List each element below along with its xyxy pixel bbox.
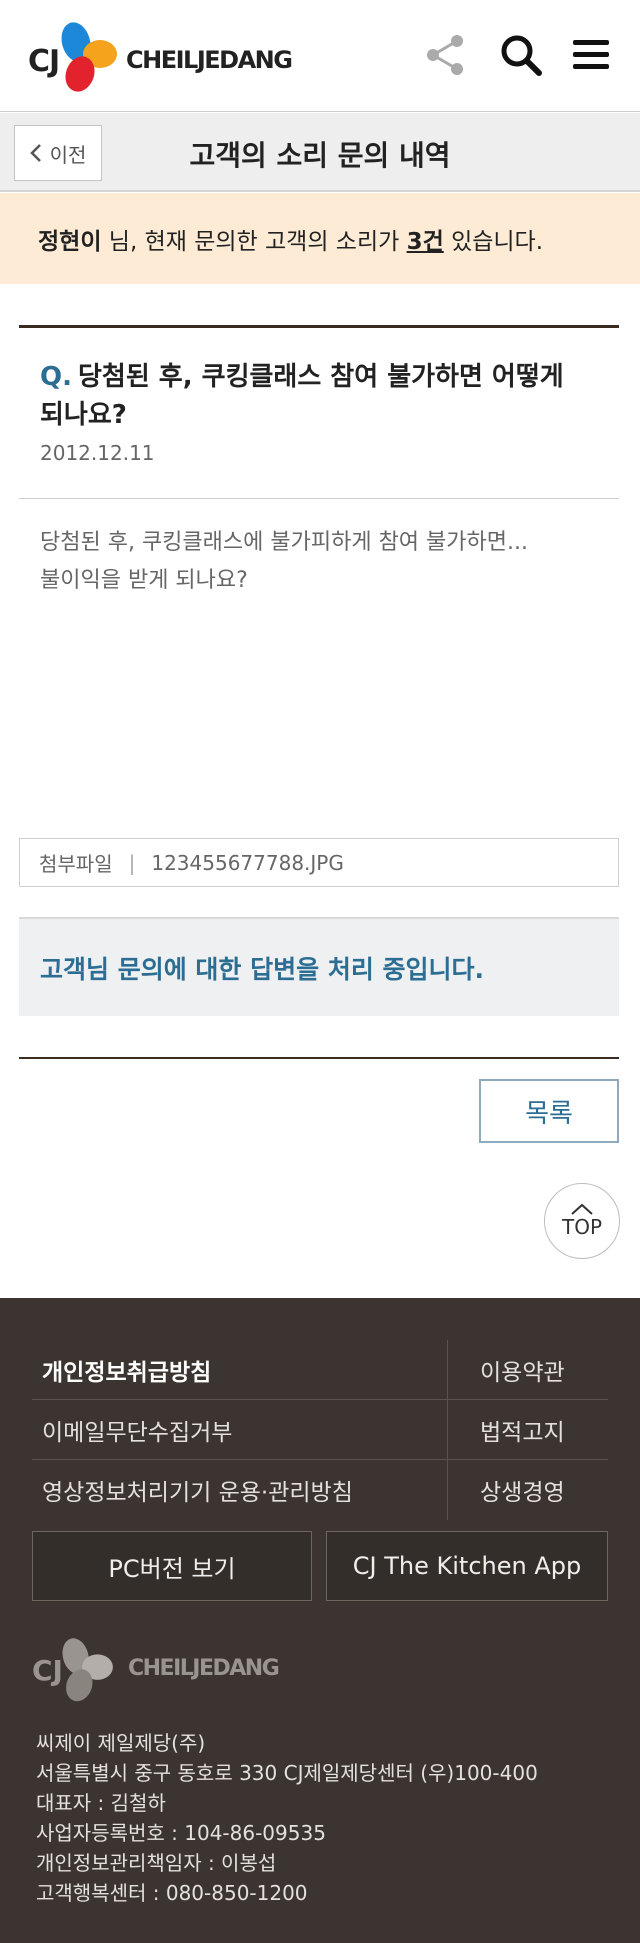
notice-text-after: 있습니다. <box>443 228 544 255</box>
divider <box>447 1340 448 1400</box>
question-title-text: 당첨된 후, 쿠킹클래스 참여 불가하면 어떻게 되나요? <box>40 362 564 430</box>
attachment-label: 첨부파일 <box>39 852 113 876</box>
question-detail: Q. 당첨된 후, 쿠킹클래스 참여 불가하면 어떻게 되나요? 2012.12.… <box>19 325 619 593</box>
divider <box>19 1057 619 1059</box>
terms-link[interactable]: 이용약관 <box>480 1353 565 1387</box>
cctv-policy-link[interactable]: 영상정보처리기기 운용·관리방침 <box>42 1473 353 1507</box>
footer-links: 개인정보취급방침 이용약관 이메일무단수집거부 법적고지 영상정보처리기기 운용… <box>32 1340 608 1520</box>
footer-logo: CJ CHEILJEDANG <box>32 1628 312 1708</box>
list-button[interactable]: 목록 <box>479 1079 619 1143</box>
inquiry-count: 3건 <box>406 228 444 255</box>
attachment-row[interactable]: 첨부파일 | 123455677788.JPG <box>19 838 619 887</box>
answer-status: 고객님 문의에 대한 답변을 처리 중입니다. <box>19 917 619 1016</box>
legal-notice-link[interactable]: 법적고지 <box>480 1413 565 1447</box>
shared-growth-link[interactable]: 상생경영 <box>480 1473 565 1507</box>
inquiry-count-notice: 정현이 님, 현재 문의한 고객의 소리가 3건 있습니다. <box>0 193 640 284</box>
footer-link-row: 개인정보취급방침 이용약관 <box>32 1340 608 1400</box>
footer-link-row: 이메일무단수집거부 법적고지 <box>32 1400 608 1460</box>
attachment-separator: | <box>128 850 136 875</box>
question-date: 2012.12.11 <box>40 441 155 465</box>
pc-version-button[interactable]: PC버전 보기 <box>32 1531 312 1601</box>
company-ceo: 대표자 : 김철하 <box>36 1791 166 1815</box>
kitchen-app-button[interactable]: CJ The Kitchen App <box>326 1531 608 1601</box>
top-header: CJ CHEILJEDANG <box>0 0 640 112</box>
user-name: 정현이 <box>38 228 102 255</box>
logo-cj-text: CJ <box>28 44 60 79</box>
company-name: 씨제이 제일제당(주) <box>36 1731 206 1755</box>
share-icon[interactable] <box>420 30 470 80</box>
question-body-line: 불이익을 받게 되나요? <box>40 568 248 593</box>
customer-center: 고객행복센터 : 080-850-1200 <box>36 1881 308 1905</box>
footer-logo-name: CHEILJEDANG <box>128 1656 280 1681</box>
company-info: 씨제이 제일제당(주) 서울특별시 중구 동호로 330 CJ제일제당센터 (우… <box>36 1728 538 1908</box>
question-prefix: Q. <box>40 362 72 392</box>
footer-logo-cj-text: CJ <box>32 1654 63 1687</box>
cj-cheiljedang-logo[interactable]: CJ CHEILJEDANG <box>28 14 328 96</box>
question-body: 당첨된 후, 쿠킹클래스에 불가피하게 참여 불가하면... 불이익을 받게 되… <box>40 524 600 600</box>
company-address: 서울특별시 중구 동호로 330 CJ제일제당센터 (우)100-400 <box>36 1761 538 1785</box>
privacy-policy-link[interactable]: 개인정보취급방침 <box>42 1353 211 1387</box>
divider <box>447 1400 448 1460</box>
top-label: TOP <box>561 1215 603 1239</box>
question-title: Q. 당첨된 후, 쿠킹클래스 참여 불가하면 어떻게 되나요? <box>40 358 580 434</box>
privacy-officer: 개인정보관리책임자 : 이봉섭 <box>36 1851 277 1875</box>
question-body-line: 당첨된 후, 쿠킹클래스에 불가피하게 참여 불가하면... <box>40 530 528 555</box>
chevron-up-icon <box>571 1203 593 1215</box>
notice-text-before: 님, 현재 문의한 고객의 소리가 <box>101 228 407 255</box>
hamburger-menu-icon[interactable] <box>566 30 616 80</box>
logo-name-text: CHEILJEDANG <box>126 46 293 74</box>
page-title: 고객의 소리 문의 내역 <box>189 139 451 172</box>
business-number: 사업자등록번호 : 104-86-09535 <box>36 1821 326 1845</box>
footer-link-row: 영상정보처리기기 운용·관리방침 상생경영 <box>32 1460 608 1520</box>
divider <box>19 498 619 499</box>
attachment-filename[interactable]: 123455677788.JPG <box>151 851 344 875</box>
footer: 개인정보취급방침 이용약관 이메일무단수집거부 법적고지 영상정보처리기기 운용… <box>0 1298 640 1943</box>
search-icon[interactable] <box>496 30 546 80</box>
sub-header: 이전 고객의 소리 문의 내역 <box>0 113 640 192</box>
divider <box>447 1460 448 1520</box>
scroll-top-button[interactable]: TOP <box>544 1183 620 1259</box>
email-refusal-link[interactable]: 이메일무단수집거부 <box>42 1413 232 1447</box>
